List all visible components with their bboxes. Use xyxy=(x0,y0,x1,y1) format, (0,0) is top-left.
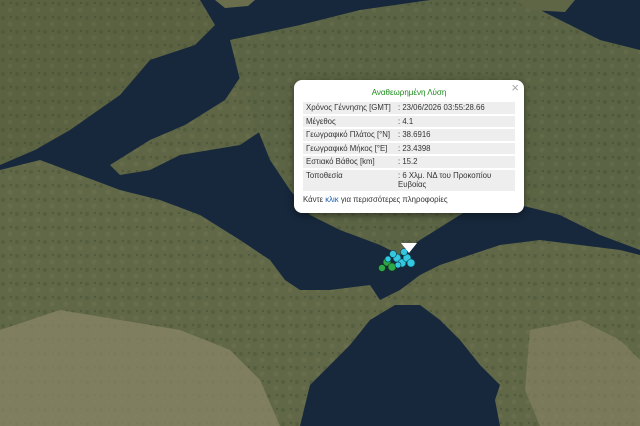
info-label: Τοποθεσία xyxy=(303,169,395,191)
earthquake-marker[interactable] xyxy=(378,264,386,272)
earthquake-marker[interactable] xyxy=(406,258,416,268)
popup-footer: Κάντε κλικ για περισσότερες πληροφορίες xyxy=(303,195,515,204)
info-label: Μέγεθος xyxy=(303,115,395,127)
footer-text-pre: Κάντε xyxy=(303,194,326,204)
popup-pointer xyxy=(401,243,417,253)
info-label: Χρόνος Γέννησης [GMT] xyxy=(303,102,395,114)
info-row: Εστιακό Βάθος [km]: 15.2 xyxy=(303,156,515,168)
footer-text-post: για περισσότερες πληροφορίες xyxy=(338,194,448,204)
earthquake-info-popup: × Αναθεωρημένη Λύση Χρόνος Γέννησης [GMT… xyxy=(294,80,524,213)
earthquake-marker[interactable] xyxy=(389,250,397,258)
earthquake-marker[interactable] xyxy=(384,255,392,263)
more-info-link[interactable]: κλικ xyxy=(325,195,338,204)
info-value: : 15.2 xyxy=(395,156,515,168)
earthquake-marker[interactable] xyxy=(394,261,402,269)
info-label: Εστιακό Βάθος [km] xyxy=(303,156,395,168)
info-value: : 4.1 xyxy=(395,115,515,127)
info-row: Γεωγραφικό Μήκος [°E]: 23.4398 xyxy=(303,142,515,154)
close-icon[interactable]: × xyxy=(511,81,519,95)
info-value: : 6 Χλμ. ΝΔ του Προκοπίου Ευβοίας xyxy=(395,169,515,191)
popup-title: Αναθεωρημένη Λύση xyxy=(371,88,447,97)
info-row: Γεωγραφικό Πλάτος [°N]: 38.6916 xyxy=(303,129,515,141)
info-row: Μέγεθος: 4.1 xyxy=(303,115,515,127)
info-value: : 38.6916 xyxy=(395,129,515,141)
satellite-map[interactable] xyxy=(0,0,640,426)
info-label: Γεωγραφικό Πλάτος [°N] xyxy=(303,129,395,141)
info-value: : 23/06/2026 03:55:28.66 xyxy=(395,102,515,114)
info-row: Τοποθεσία: 6 Χλμ. ΝΔ του Προκοπίου Ευβοί… xyxy=(303,169,515,191)
info-value: : 23.4398 xyxy=(395,142,515,154)
info-label: Γεωγραφικό Μήκος [°E] xyxy=(303,142,395,154)
info-table: Χρόνος Γέννησης [GMT]: 23/06/2026 03:55:… xyxy=(303,100,515,193)
info-row: Χρόνος Γέννησης [GMT]: 23/06/2026 03:55:… xyxy=(303,102,515,114)
